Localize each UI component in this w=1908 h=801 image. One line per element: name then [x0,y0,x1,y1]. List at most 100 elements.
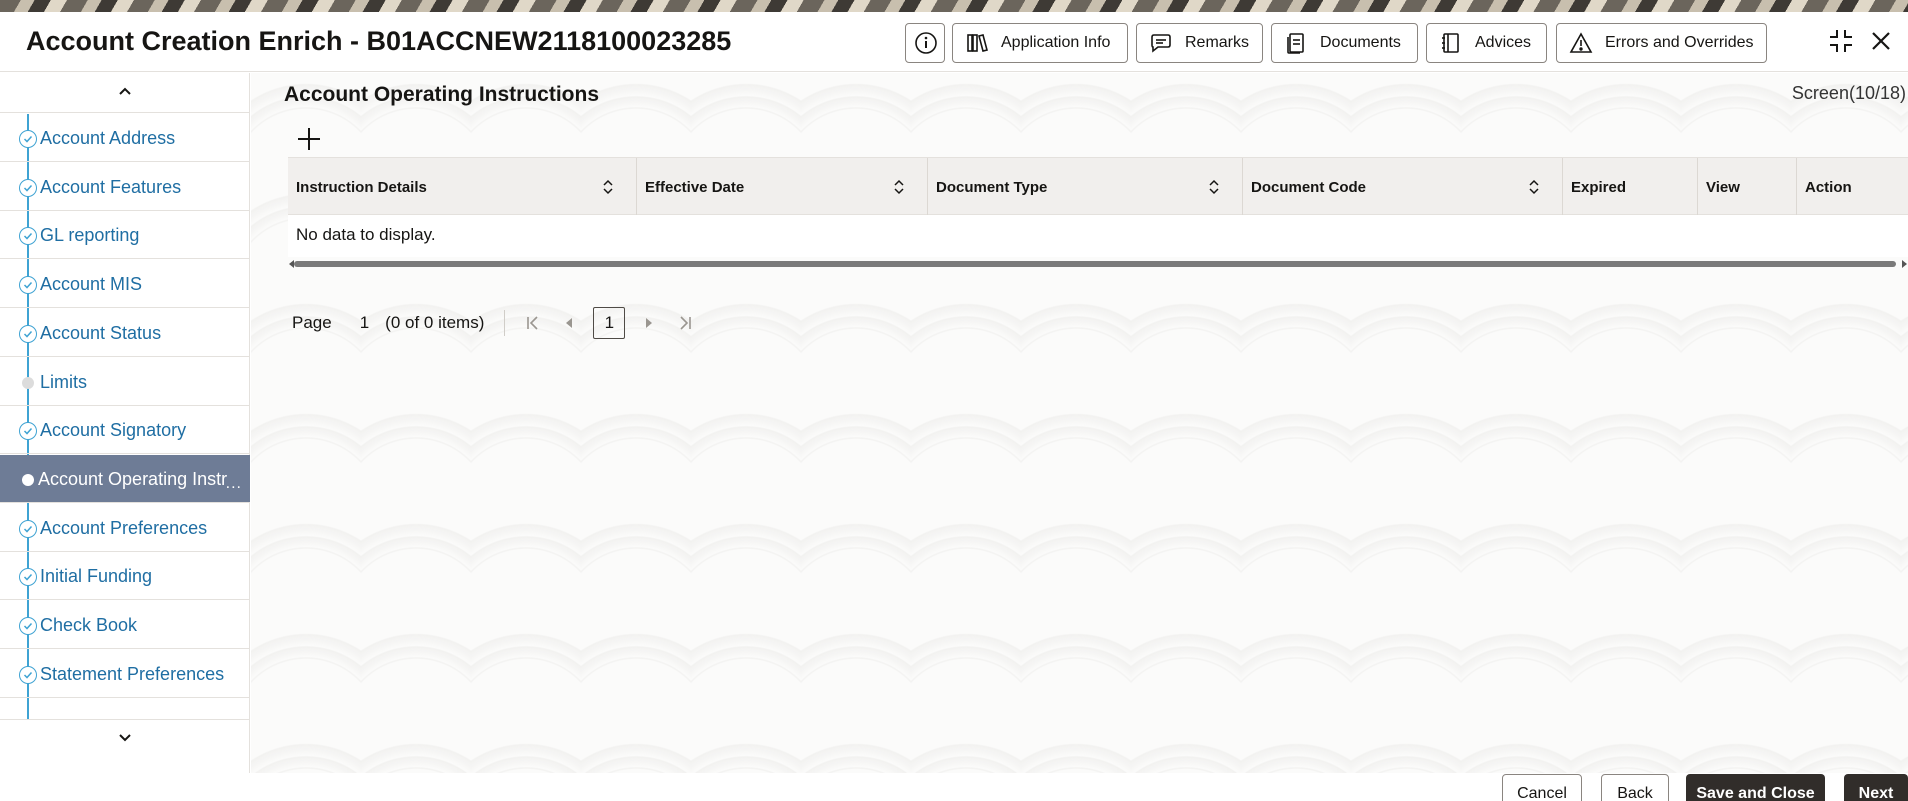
sidebar-item-label: Account Address [40,128,176,148]
scroll-right-icon[interactable] [1900,260,1908,268]
column-header-label: Document Type [936,178,1048,196]
page-label: Page [292,313,332,332]
dialog-header: Account Creation Enrich - B01ACCNEW21181… [0,12,1908,72]
errors-overrides-label: Errors and Overrides [1605,34,1754,51]
previous-page-button[interactable] [551,307,587,339]
table-body: No data to display. [288,215,1908,257]
column-header[interactable]: Action [1797,158,1908,216]
next-page-icon [646,318,653,328]
background-strip [0,0,1908,12]
chevron-up-icon [117,84,133,102]
column-header[interactable]: View [1698,158,1797,216]
sidebar-item[interactable]: Limits [0,358,250,406]
notebook-icon [1439,31,1463,55]
sort-icon [894,179,904,195]
step-complete-icon [19,276,37,294]
step-sidebar: Account Address Account Features GL report… [0,73,250,773]
sidebar-item[interactable]: Initial Funding [0,552,250,600]
next-button[interactable]: Next [1844,774,1908,801]
sidebar-item[interactable]: Account Address [0,114,250,162]
column-header-label: Expired [1571,178,1627,196]
last-page-button[interactable] [667,307,703,339]
sidebar-item-label: GL reporting [40,225,140,245]
scrollbar-thumb[interactable] [294,261,1896,267]
sidebar-item[interactable]: Account Signatory [0,406,250,454]
sort-icon [1529,179,1539,195]
sidebar-item-label: Account Features [40,177,182,197]
first-page-button[interactable] [515,307,551,339]
step-complete-icon [19,227,37,245]
sidebar-item-label: Account Status [40,323,162,343]
sidebar-item[interactable]: Account Status [0,309,250,357]
step-complete-icon [19,617,37,635]
column-header-label: Action [1805,178,1852,196]
step-complete-icon [19,666,37,684]
application-info-label: Application Info [1001,34,1111,51]
main-content: Account Operating Instructions Screen(10… [251,73,1908,773]
sidebar-item-label: Statement Preferences [40,664,225,684]
collapse-icon [1827,27,1855,60]
sidebar-scroll-up[interactable] [0,73,250,113]
column-header-label: Instruction Details [296,178,427,196]
next-page-button[interactable] [631,307,667,339]
last-page-icon [680,316,692,330]
sidebar-item[interactable]: Account Operating Instr... [0,455,250,503]
info-circle-icon [914,31,938,55]
table-horizontal-scrollbar[interactable] [288,258,1908,270]
close-button[interactable] [1866,28,1896,58]
remarks-button[interactable]: Remarks [1136,23,1263,63]
minimize-button[interactable] [1826,28,1856,58]
step-complete-icon [19,325,37,343]
first-page-icon [527,316,538,330]
column-header[interactable]: Expired [1563,158,1698,216]
info-button[interactable] [905,23,945,63]
column-header[interactable]: Document Code [1243,158,1563,216]
dialog-window: Account Creation Enrich - B01ACCNEW21181… [0,12,1908,801]
sidebar-item[interactable]: Account Features [0,163,250,211]
step-complete-icon [19,520,37,538]
sidebar-scroll-down[interactable] [0,719,250,759]
empty-message: No data to display. [296,225,436,244]
column-header[interactable]: Instruction Details [288,158,637,216]
documents-icon [1284,31,1308,55]
step-pending-icon [22,377,34,389]
sort-icon [603,179,613,195]
errors-overrides-button[interactable]: Errors and Overrides [1556,23,1767,63]
close-icon [1870,30,1892,57]
documents-button[interactable]: Documents [1271,23,1418,63]
instructions-table: Instruction Details Effective Date Documen… [288,157,1908,268]
pager-divider [504,310,506,336]
back-button[interactable]: Back [1601,774,1669,801]
sidebar-item[interactable]: GL reporting [0,211,250,259]
sidebar-item[interactable]: Account MIS [0,260,250,308]
chat-bubble-icon [1149,31,1173,55]
add-instruction-button[interactable] [293,125,325,157]
pagination: Page 1 (0 of 0 items) 1 [292,305,703,341]
library-books-icon [965,31,989,55]
previous-page-icon [566,318,573,328]
page-title: Account Creation Enrich - B01ACCNEW21181… [26,26,732,56]
chevron-down-icon [117,731,133,749]
sidebar-item-label: Account MIS [40,274,143,294]
column-header-label: Document Code [1251,178,1367,196]
sidebar-item-label: Initial Funding [40,566,153,586]
step-pending-icon [22,474,34,486]
column-header[interactable]: Document Type [928,158,1243,216]
more-ellipsis: ... [225,475,242,492]
current-page-button[interactable]: 1 [593,307,626,339]
items-count: (0 of 0 items) [385,313,485,332]
sidebar-item[interactable]: Statement Preferences [0,650,250,698]
application-info-button[interactable]: Application Info [952,23,1128,63]
cancel-button[interactable]: Cancel [1502,774,1582,801]
advices-button[interactable]: Advices [1426,23,1547,63]
page-number-input[interactable]: 1 [360,313,369,333]
remarks-label: Remarks [1185,34,1250,51]
save-and-close-button[interactable]: Save and Close [1686,774,1825,801]
sidebar-item[interactable]: Check Book [0,601,250,649]
sidebar-item[interactable]: Account Preferences [0,504,250,552]
sidebar-item-label: Account Operating Instr [38,469,228,489]
column-header[interactable]: Effective Date [637,158,928,216]
sidebar-item-label: Account Signatory [40,420,187,440]
table-header: Instruction Details Effective Date Documen… [288,157,1908,216]
section-title: Account Operating Instructions [284,83,600,106]
